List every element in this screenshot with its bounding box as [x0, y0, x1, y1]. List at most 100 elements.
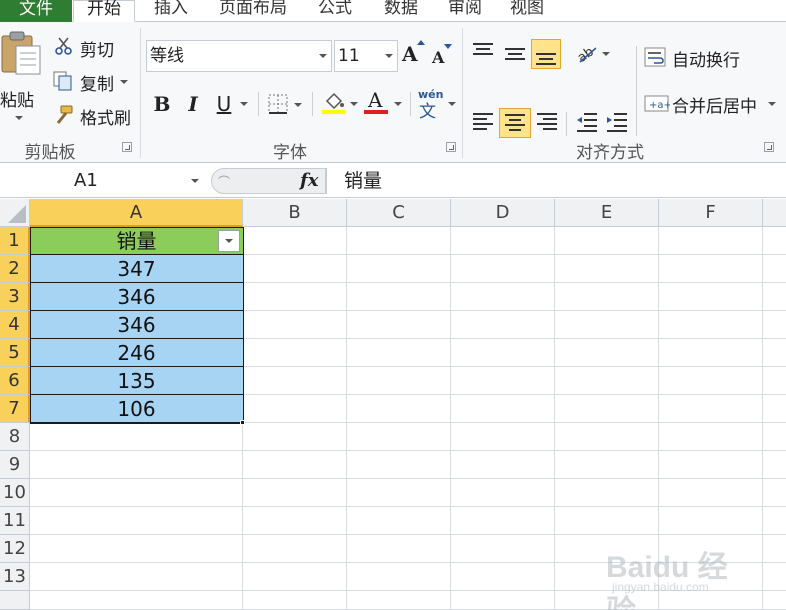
grid-cell[interactable] — [451, 423, 555, 451]
tab-page-layout[interactable]: 页面布局 — [212, 0, 294, 22]
grid-cell[interactable] — [243, 507, 347, 535]
font-color-dropdown-icon[interactable] — [394, 102, 402, 106]
formula-input[interactable]: 销量 — [326, 168, 786, 194]
row-header-2[interactable]: 2 — [0, 255, 30, 283]
cell-a5[interactable]: 246 — [30, 339, 243, 367]
row-header-6[interactable]: 6 — [0, 367, 30, 395]
grid-cell[interactable] — [30, 451, 243, 479]
fill-handle[interactable] — [240, 420, 245, 425]
grid-cell[interactable] — [30, 507, 243, 535]
grid-cell[interactable] — [451, 283, 555, 311]
grid-cell[interactable] — [763, 339, 786, 367]
grid-cell[interactable] — [243, 311, 347, 339]
tab-insert[interactable]: 插入 — [142, 0, 200, 22]
grid-cell[interactable] — [347, 479, 451, 507]
grid-cell[interactable] — [659, 423, 763, 451]
grid-cell[interactable] — [763, 395, 786, 423]
align-center-button[interactable] — [499, 108, 531, 138]
font-name-dropdown-icon[interactable] — [319, 54, 327, 58]
grid-cell[interactable] — [30, 535, 243, 563]
column-header-d[interactable]: D — [451, 199, 555, 227]
grid-cell[interactable] — [243, 339, 347, 367]
font-size-dropdown-icon[interactable] — [385, 54, 393, 58]
grid-cell[interactable] — [347, 535, 451, 563]
grid-cell[interactable] — [555, 479, 659, 507]
column-header-a[interactable]: A — [30, 199, 243, 227]
grid-cell[interactable] — [451, 479, 555, 507]
grid-cell[interactable] — [659, 227, 763, 255]
tab-file[interactable]: 文件 — [0, 0, 72, 22]
grid-cell[interactable] — [763, 227, 786, 255]
grid-cell[interactable] — [243, 367, 347, 395]
copy-dropdown-icon[interactable] — [120, 80, 128, 84]
grid-cell[interactable] — [451, 535, 555, 563]
grid-cell[interactable] — [555, 255, 659, 283]
grid-cell[interactable] — [763, 311, 786, 339]
grid-cell[interactable] — [451, 339, 555, 367]
row-header-9[interactable]: 9 — [0, 451, 30, 479]
italic-button[interactable]: I — [182, 90, 204, 118]
grid-cell[interactable] — [347, 423, 451, 451]
tab-view[interactable]: 视图 — [498, 0, 556, 22]
cell-a2[interactable]: 347 — [30, 255, 243, 283]
column-header-b[interactable]: B — [243, 199, 347, 227]
phonetic-button[interactable]: wén 文 — [416, 88, 458, 122]
column-header-next[interactable] — [763, 199, 786, 227]
tab-home[interactable]: 开始 — [73, 0, 135, 22]
borders-dropdown-icon[interactable] — [294, 103, 302, 107]
underline-button[interactable]: U — [212, 90, 236, 118]
row-header-3[interactable]: 3 — [0, 283, 30, 311]
formula-grip-icon[interactable]: ⌒ — [218, 173, 230, 190]
grid-cell[interactable] — [763, 563, 786, 591]
column-header-f[interactable]: F — [659, 199, 763, 227]
grow-font-button[interactable]: A — [402, 40, 426, 70]
grid-cell[interactable] — [347, 507, 451, 535]
grid-cell[interactable] — [763, 423, 786, 451]
grid-cell[interactable] — [347, 563, 451, 591]
borders-button[interactable] — [268, 94, 304, 116]
grid-cell[interactable] — [763, 507, 786, 535]
grid-cell[interactable] — [243, 563, 347, 591]
grid-cell[interactable] — [243, 283, 347, 311]
grid-cell[interactable] — [659, 311, 763, 339]
column-header-e[interactable]: E — [555, 199, 659, 227]
shrink-font-button[interactable]: A — [432, 44, 456, 70]
cell-a4[interactable]: 346 — [30, 311, 243, 339]
grid-cell[interactable] — [243, 395, 347, 423]
align-bottom-button[interactable] — [531, 39, 561, 69]
grid-cell[interactable] — [243, 255, 347, 283]
grid-cell[interactable] — [659, 367, 763, 395]
grid-cell[interactable] — [763, 535, 786, 563]
grid-cell[interactable] — [659, 255, 763, 283]
merge-dropdown-icon[interactable] — [768, 102, 776, 106]
select-all-button[interactable] — [0, 199, 30, 227]
row-header-next[interactable] — [0, 591, 30, 610]
font-size-combo[interactable]: 11 — [334, 40, 398, 72]
grid-cell[interactable] — [659, 283, 763, 311]
grid-cell[interactable] — [555, 367, 659, 395]
orientation-dropdown-icon[interactable] — [602, 52, 610, 56]
copy-button[interactable]: 复制 — [52, 68, 132, 95]
grid-cell[interactable] — [347, 255, 451, 283]
row-header-12[interactable]: 12 — [0, 535, 30, 563]
bold-button[interactable]: B — [150, 90, 174, 118]
row-header-1[interactable]: 1 — [0, 227, 30, 255]
grid-cell[interactable] — [451, 451, 555, 479]
grid-cell[interactable] — [30, 563, 243, 591]
grid-cell[interactable] — [555, 227, 659, 255]
underline-dropdown-icon[interactable] — [240, 102, 248, 106]
wrap-text-button[interactable]: 自动换行 — [644, 44, 780, 72]
grid-cell[interactable] — [763, 479, 786, 507]
cell-a7[interactable]: 106 — [30, 395, 243, 423]
fill-color-dropdown-icon[interactable] — [350, 102, 358, 106]
grid-cell[interactable] — [451, 311, 555, 339]
tab-review[interactable]: 审阅 — [436, 0, 494, 22]
row-header-5[interactable]: 5 — [0, 339, 30, 367]
decrease-indent-icon[interactable] — [574, 110, 600, 136]
cell-a3[interactable]: 346 — [30, 283, 243, 311]
grid-cell[interactable] — [763, 591, 786, 610]
cell-a6[interactable]: 135 — [30, 367, 243, 395]
name-box-dropdown-icon[interactable] — [191, 179, 199, 183]
row-header-13[interactable]: 13 — [0, 563, 30, 591]
grid-cell[interactable] — [555, 451, 659, 479]
